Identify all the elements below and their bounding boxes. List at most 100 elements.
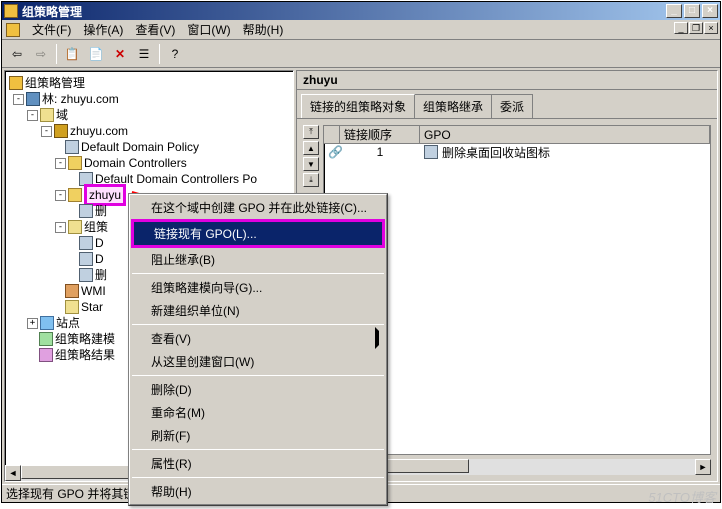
gpo-icon — [65, 140, 79, 154]
tree-wmi[interactable]: WMI — [81, 283, 106, 299]
cell-gpo: 删除桌面回收站图标 — [442, 144, 550, 161]
gpo-icon — [79, 204, 93, 218]
paste-button[interactable]: 📄 — [85, 43, 107, 65]
collapse-icon[interactable]: - — [27, 110, 38, 121]
tree-zhuyu-child[interactable]: 删 — [95, 203, 107, 219]
tree-gp-del[interactable]: 删 — [95, 267, 107, 283]
titlebar[interactable]: 组策略管理 _ □ × — [2, 2, 720, 20]
folder-icon — [40, 108, 54, 122]
collapse-icon[interactable]: - — [13, 94, 24, 105]
tab-linked-gpo[interactable]: 链接的组策略对象 — [301, 94, 415, 118]
ou-icon — [68, 188, 82, 202]
tree-star[interactable]: Star — [81, 299, 103, 315]
ctx-modeling-wizard[interactable]: 组策略建模向导(G)... — [131, 276, 385, 299]
separator — [132, 449, 384, 450]
ctx-delete[interactable]: 删除(D) — [131, 378, 385, 401]
separator — [132, 324, 384, 325]
ctx-help[interactable]: 帮助(H) — [131, 480, 385, 503]
help-button[interactable]: ? — [164, 43, 186, 65]
list-header: 链接顺序 GPO — [324, 126, 710, 144]
separator — [132, 477, 384, 478]
mdi-close-button[interactable]: × — [704, 22, 718, 34]
maximize-button[interactable]: □ — [684, 4, 700, 18]
menu-window[interactable]: 窗口(W) — [181, 19, 236, 40]
move-top-button[interactable]: ⤒ — [303, 125, 319, 139]
ctx-properties[interactable]: 属性(R) — [131, 452, 385, 475]
collapse-icon[interactable]: - — [55, 158, 66, 169]
app-icon — [4, 4, 18, 18]
menu-view[interactable]: 查看(V) — [129, 19, 181, 40]
move-down-button[interactable]: ▼ — [303, 157, 319, 171]
mdi-minimize-button[interactable]: _ — [674, 22, 688, 34]
back-button[interactable]: ⇦ — [6, 43, 28, 65]
tree-domains[interactable]: 域 — [56, 107, 68, 123]
gpo-icon — [79, 252, 93, 266]
ctx-create-gpo[interactable]: 在这个域中创建 GPO 并在此处链接(C)... — [131, 196, 385, 219]
properties-button[interactable]: ☰ — [133, 43, 155, 65]
ctx-rename[interactable]: 重命名(M) — [131, 401, 385, 424]
collapse-icon[interactable]: - — [55, 190, 66, 201]
ctx-view[interactable]: 查看(V) — [131, 327, 385, 350]
tree-forest[interactable]: 林: zhuyu.com — [42, 91, 119, 107]
menubar: 文件(F) 操作(A) 查看(V) 窗口(W) 帮助(H) _ ❐ × — [2, 20, 720, 40]
move-up-button[interactable]: ▲ — [303, 141, 319, 155]
separator — [132, 375, 384, 376]
scroll-right-icon[interactable]: ► — [695, 459, 711, 475]
tree-root[interactable]: 组策略管理 — [25, 75, 85, 91]
context-menu: 在这个域中创建 GPO 并在此处链接(C)... 链接现有 GPO(L)... … — [128, 193, 388, 506]
move-bottom-button[interactable]: ⤓ — [303, 173, 319, 187]
folder-icon — [68, 220, 82, 234]
details-header: zhuyu — [297, 71, 717, 90]
tree-results[interactable]: 组策略结果 — [55, 347, 115, 363]
details-tabs: 链接的组策略对象 组策略继承 委派 — [297, 90, 717, 119]
mdi-restore-button[interactable]: ❐ — [689, 22, 703, 34]
forest-icon — [26, 92, 40, 106]
close-button[interactable]: × — [702, 4, 718, 18]
menu-file[interactable]: 文件(F) — [26, 19, 77, 40]
ctx-block-inherit[interactable]: 阻止继承(B) — [131, 248, 385, 271]
ctx-refresh[interactable]: 刷新(F) — [131, 424, 385, 447]
menu-help[interactable]: 帮助(H) — [237, 19, 290, 40]
expand-icon[interactable]: + — [27, 318, 38, 329]
minimize-button[interactable]: _ — [666, 4, 682, 18]
collapse-icon[interactable]: - — [55, 222, 66, 233]
tree-ddp[interactable]: Default Domain Policy — [81, 139, 199, 155]
wmi-icon — [65, 284, 79, 298]
tree-gp-d2[interactable]: D — [95, 251, 104, 267]
tab-inheritance[interactable]: 组策略继承 — [414, 94, 492, 118]
results-icon — [39, 348, 53, 362]
col-gpo[interactable]: GPO — [420, 126, 710, 143]
menu-app-icon — [6, 23, 20, 37]
tree-dc[interactable]: Domain Controllers — [84, 155, 187, 171]
ctx-new-window[interactable]: 从这里创建窗口(W) — [131, 350, 385, 373]
sites-icon — [40, 316, 54, 330]
forward-button[interactable]: ⇨ — [30, 43, 52, 65]
separator — [132, 273, 384, 274]
up-button[interactable]: 📋 — [61, 43, 83, 65]
ctx-new-ou[interactable]: 新建组织单位(N) — [131, 299, 385, 322]
tree-gp-d[interactable]: D — [95, 235, 104, 251]
cell-order: 1 — [340, 145, 420, 159]
tree-modeling[interactable]: 组策略建模 — [55, 331, 115, 347]
tree-sites[interactable]: 站点 — [56, 315, 80, 331]
menu-action[interactable]: 操作(A) — [77, 19, 129, 40]
gpm-icon — [9, 76, 23, 90]
gpo-icon — [79, 268, 93, 282]
gpo-icon — [424, 145, 438, 159]
tree-domain[interactable]: zhuyu.com — [70, 123, 128, 139]
collapse-icon[interactable]: - — [41, 126, 52, 137]
toolbar: ⇦ ⇨ 📋 📄 ✕ ☰ ? — [2, 40, 720, 68]
gpo-icon — [79, 236, 93, 250]
folder-icon — [65, 300, 79, 314]
submenu-arrow-icon — [375, 331, 379, 345]
highlight-annotation: 链接现有 GPO(L)... — [131, 219, 385, 248]
list-row[interactable]: 🔗 1 删除桌面回收站图标 — [324, 144, 710, 160]
ctx-link-gpo[interactable]: 链接现有 GPO(L)... — [134, 222, 382, 245]
tree-gp-objects[interactable]: 组策 — [84, 219, 108, 235]
col-link-order[interactable]: 链接顺序 — [340, 126, 420, 143]
modeling-icon — [39, 332, 53, 346]
scroll-left-icon[interactable]: ◄ — [5, 465, 21, 481]
delete-button[interactable]: ✕ — [109, 43, 131, 65]
tab-delegation[interactable]: 委派 — [491, 94, 533, 118]
domain-icon — [54, 124, 68, 138]
